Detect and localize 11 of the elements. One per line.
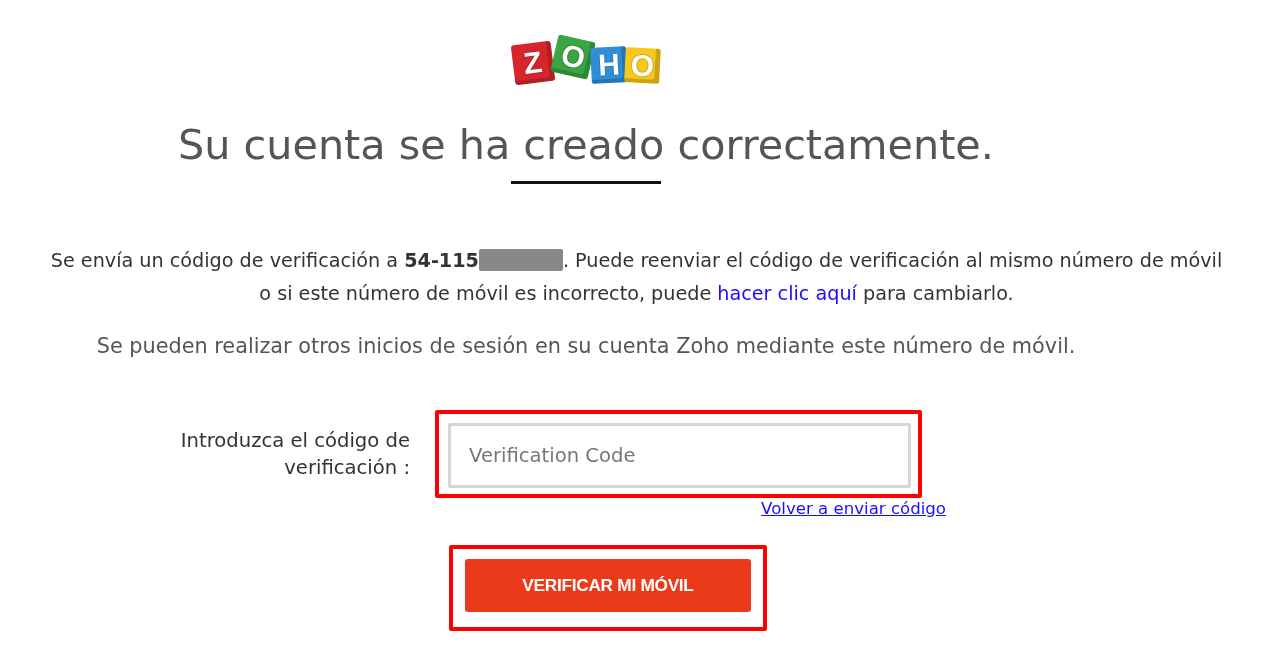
sign-in-note: Se pueden realizar otros inicios de sesión en su cuenta Zoho mediante este número de móvil. — [95, 333, 1077, 360]
page-heading: Su cuenta se ha creado correctamente. — [178, 120, 994, 171]
verify-mobile-button[interactable]: VERIFICAR MI MÓVIL — [465, 559, 751, 612]
verification-notice: Se envía un código de verificación a 54-115 . Puede reenviar el código de verificación al mismo número de móvil o si este número de móvil es incorrecto, puede hacer clic aquí para cambiarlo. — [49, 248, 1224, 307]
logo-tile: O — [623, 47, 661, 84]
change-number-link[interactable]: hacer clic aquí — [717, 282, 857, 305]
verification-code-field[interactable]: Verification Code — [448, 423, 911, 488]
resend-code-link[interactable]: Volver a enviar código — [761, 499, 946, 519]
logo-tile: Z — [510, 40, 555, 86]
logo-tile: H — [589, 45, 628, 84]
code-label: Introduzca el código de verificación : — [179, 428, 410, 481]
